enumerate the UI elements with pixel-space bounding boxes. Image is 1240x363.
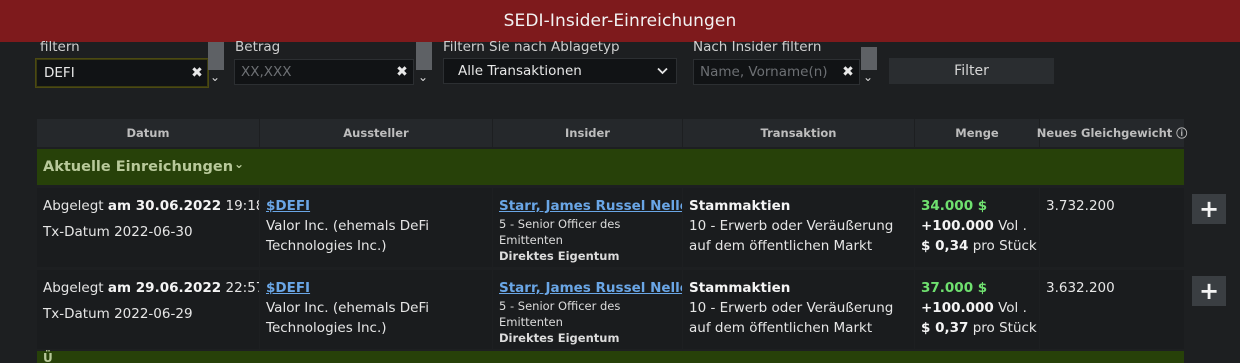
chevron-down-icon	[657, 67, 668, 75]
volume-suffix: Vol .	[998, 218, 1027, 234]
filed-prefix: Abgelegt	[43, 198, 104, 214]
insider-stepper-handle[interactable]	[861, 47, 877, 70]
price-suffix: pro Stück	[972, 238, 1037, 254]
tx-date-label: Tx-Datum	[43, 224, 110, 240]
amount-filter-label: Betrag	[235, 39, 281, 55]
transaction-line1: 10 - Erwerb oder Veräußerung	[689, 300, 894, 316]
insider-role-line2: Emittenten	[499, 315, 563, 329]
section-next[interactable]: Ü	[37, 351, 1184, 363]
tx-date-label: Tx-Datum	[43, 306, 110, 322]
insider-filter-input[interactable]: Name, Vorname(n) ✖	[693, 59, 860, 85]
row1-add-button[interactable]: +	[1192, 194, 1226, 224]
row2-date-cell: Abgelegt am 29.06.2022 22:57 Tx-Datum 20…	[37, 270, 259, 349]
column-header-insider[interactable]: Insider	[493, 119, 682, 147]
column-header-issuer[interactable]: Aussteller	[260, 119, 492, 147]
filing-type-select[interactable]: Alle Transaktionen	[443, 58, 677, 84]
issuer-filter-label: filtern	[40, 39, 80, 55]
amount-filter-input[interactable]: XX,XXX ✖	[234, 59, 414, 85]
security-type: Stammaktien	[689, 280, 791, 296]
row1-date-cell: Abgelegt am 30.06.2022 19:18 Tx-Datum 20…	[37, 188, 259, 267]
insider-role-line1: 5 - Senior Officer des	[499, 299, 621, 313]
issuer-ticker-link[interactable]: $DEFI	[266, 198, 310, 214]
insider-name-link[interactable]: Starr, James Russel Nelles	[499, 280, 682, 296]
insider-role-line2: Emittenten	[499, 233, 563, 247]
price-suffix: pro Stück	[972, 320, 1037, 336]
transaction-line1: 10 - Erwerb oder Veräußerung	[689, 218, 894, 234]
insider-placeholder: Name, Vorname(n)	[700, 64, 828, 80]
volume: +100.000	[921, 300, 994, 316]
title-bar: SEDI-Insider-Einreichungen	[0, 0, 1240, 42]
row2-issuer-cell: $DEFI Valor Inc. (ehemals DeFi Technolog…	[260, 270, 492, 349]
issuer-name-line1: Valor Inc. (ehemals DeFi	[266, 300, 430, 316]
issuer-filter-input[interactable]: DEFI ✖	[35, 58, 209, 88]
filed-time: 19:18	[225, 198, 259, 214]
next-section-label: Ü	[43, 351, 53, 363]
column-header-transaction[interactable]: Transaktion	[683, 119, 914, 147]
row1-quantity-cell: 34.000 $ +100.000 Vol . $ 0,34 pro Stück	[915, 188, 1039, 267]
total-value: 37.000 $	[921, 280, 988, 296]
amount-stepper-handle[interactable]	[416, 42, 432, 70]
info-icon[interactable]: ⓘ	[1176, 125, 1187, 141]
row1-issuer-cell: $DEFI Valor Inc. (ehemals DeFi Technolog…	[260, 188, 492, 267]
section-label: Aktuelle Einreichungen	[43, 159, 234, 175]
filing-type-label: Filtern Sie nach Ablagetyp	[443, 39, 620, 55]
new-balance: 3.732.200	[1046, 198, 1115, 214]
filed-time: 22:57	[225, 280, 259, 296]
row1-balance-cell: 3.732.200	[1040, 188, 1184, 267]
filter-button[interactable]: Filter	[889, 58, 1054, 84]
tx-date: 2022-06-29	[114, 306, 193, 322]
issuer-name-line2: Technologies Inc.)	[266, 238, 387, 254]
insider-chevron-down-icon[interactable]: ⌄	[863, 70, 873, 84]
clear-issuer-icon[interactable]: ✖	[186, 65, 208, 81]
column-header-quantity[interactable]: Menge	[915, 119, 1039, 147]
insider-role-line1: 5 - Senior Officer des	[499, 217, 621, 231]
issuer-name-line2: Technologies Inc.)	[266, 320, 387, 336]
column-header-new-balance[interactable]: Neues Gleichgewicht ⓘ	[1036, 119, 1187, 147]
filing-type-value: Alle Transaktionen	[458, 63, 582, 79]
issuer-filter-value: DEFI	[44, 65, 75, 81]
unit-price: $ 0,34	[921, 238, 969, 254]
tx-date: 2022-06-30	[114, 224, 193, 240]
filed-date: am 29.06.2022	[107, 280, 222, 296]
row1-transaction-cell: Stammaktien 10 - Erwerb oder Veräußerung…	[683, 188, 914, 267]
new-balance-header-label: Neues Gleichgewicht	[1036, 126, 1173, 140]
new-balance: 3.632.200	[1046, 280, 1115, 296]
unit-price: $ 0,37	[921, 320, 969, 336]
amount-placeholder: XX,XXX	[241, 64, 292, 80]
row2-insider-cell: Starr, James Russel Nelles 5 - Senior Of…	[493, 270, 682, 349]
issuer-stepper-handle[interactable]	[208, 42, 224, 70]
filed-date: am 30.06.2022	[107, 198, 222, 214]
section-chevron-down-icon: ⌄	[234, 157, 245, 171]
security-type: Stammaktien	[689, 198, 791, 214]
row2-quantity-cell: 37.000 $ +100.000 Vol . $ 0,37 pro Stück	[915, 270, 1039, 349]
section-current-filings[interactable]: Aktuelle Einreichungen ⌄	[37, 149, 1184, 185]
transaction-line2: auf dem öffentlichen Markt	[689, 238, 873, 254]
row1-insider-cell: Starr, James Russel Nelles 5 - Senior Of…	[493, 188, 682, 267]
ownership-type: Direktes Eigentum	[499, 249, 620, 263]
row2-balance-cell: 3.632.200	[1040, 270, 1184, 349]
issuer-ticker-link[interactable]: $DEFI	[266, 280, 310, 296]
column-header-date[interactable]: Datum	[37, 119, 259, 147]
amount-chevron-down-icon[interactable]: ⌄	[418, 70, 428, 84]
volume: +100.000	[921, 218, 994, 234]
total-value: 34.000 $	[921, 198, 988, 214]
clear-amount-icon[interactable]: ✖	[391, 64, 413, 80]
issuer-name-line1: Valor Inc. (ehemals DeFi	[266, 218, 430, 234]
page-title: SEDI-Insider-Einreichungen	[503, 11, 737, 31]
insider-filter-label: Nach Insider filtern	[693, 39, 822, 55]
row2-add-button[interactable]: +	[1192, 276, 1226, 306]
clear-insider-icon[interactable]: ✖	[837, 64, 859, 80]
insider-name-link[interactable]: Starr, James Russel Nelles	[499, 198, 682, 214]
transaction-line2: auf dem öffentlichen Markt	[689, 320, 873, 336]
filed-prefix: Abgelegt	[43, 280, 104, 296]
issuer-chevron-down-icon[interactable]: ⌄	[210, 70, 220, 84]
volume-suffix: Vol .	[998, 300, 1027, 316]
ownership-type: Direktes Eigentum	[499, 331, 620, 345]
row2-transaction-cell: Stammaktien 10 - Erwerb oder Veräußerung…	[683, 270, 914, 349]
